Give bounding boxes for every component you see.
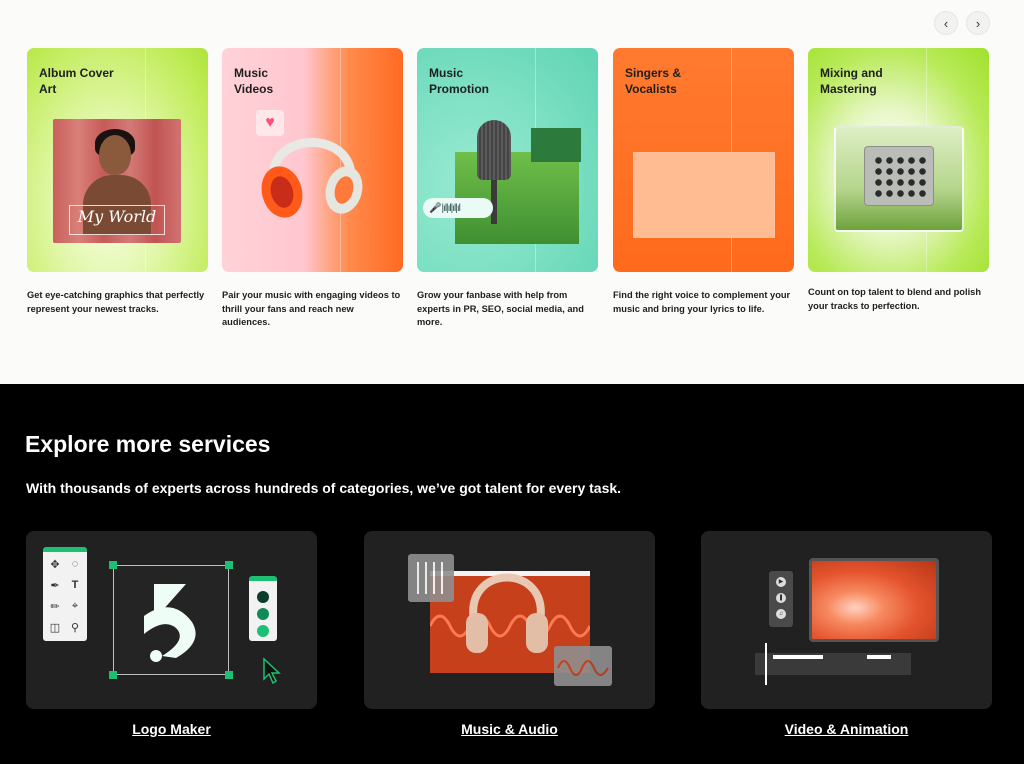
video-timeline: [755, 653, 911, 675]
card-title: Singers & Vocalists: [625, 65, 735, 97]
playback-controls: ▶ ❚ ♫: [769, 571, 793, 627]
portrait-face: [99, 135, 131, 175]
tool-palette: ✥ ◌ ✒ T ✏ ⌖ ◫ ⚲: [43, 547, 87, 641]
service-link-video-animation[interactable]: Video & Animation: [701, 721, 992, 737]
card-music-promotion[interactable]: Music Promotion 🎤 |ıl|ıl|ıl|ıl: [417, 48, 598, 272]
brush-icon: ✏: [50, 601, 60, 613]
timeline-clip: [867, 655, 891, 659]
color-swatch: [257, 591, 269, 603]
microphone-icon: [477, 120, 511, 180]
card-description: Grow your fanbase with help from experts…: [417, 290, 584, 327]
chevron-left-icon: ‹: [943, 15, 949, 31]
timeline-clip: [773, 655, 823, 659]
service-card-logo-maker[interactable]: ✥ ◌ ✒ T ✏ ⌖ ◫ ⚲: [26, 531, 317, 709]
bar-graph-icon: [531, 128, 581, 162]
card-description: Count on top talent to blend and polish …: [808, 287, 982, 311]
color-swatch: [257, 608, 269, 620]
logo-canvas: [113, 565, 229, 675]
card-title-line: Mastering: [820, 82, 877, 96]
card-title-line: Mixing and: [820, 66, 883, 80]
chevron-right-icon: ›: [975, 15, 981, 31]
card-title-line: Singers &: [625, 66, 682, 80]
explore-services-section: Explore more services With thousands of …: [0, 384, 1024, 764]
card-description: Find the right voice to complement your …: [613, 290, 791, 314]
vocal-timeline: [633, 152, 775, 238]
card-album-cover-art[interactable]: Album Cover Art My World: [27, 48, 208, 272]
eyedropper-icon: ✒: [50, 580, 60, 592]
video-preview-screen: [809, 558, 939, 642]
color-swatch: [257, 625, 269, 637]
pause-icon: ❚: [776, 593, 786, 603]
album-script-title: My World: [77, 207, 157, 226]
s-logo-icon: [144, 584, 196, 662]
carousel-next-button[interactable]: ›: [966, 11, 990, 35]
carousel-prev-button[interactable]: ‹: [934, 11, 958, 35]
card-title-line: Album Cover: [39, 66, 114, 80]
resize-handle: [225, 671, 233, 679]
audio-wave-icon: 🎤 |ıl|ıl|ıl|ıl: [423, 198, 493, 218]
resize-handle: [109, 561, 117, 569]
crop-icon: ⌖: [71, 600, 79, 612]
card-description: Pair your music with engaging videos to …: [222, 290, 401, 327]
microphone-stand: [491, 180, 497, 224]
color-palette: [249, 576, 277, 641]
card-title-line: Music: [234, 66, 269, 80]
section-subheading: With thousands of experts across hundred…: [26, 480, 622, 496]
play-icon: ▶: [776, 577, 786, 587]
music-services-carousel: ‹ › Album Cover Art My World Get eye-cat…: [0, 0, 1024, 384]
headphones-icon: [466, 573, 548, 653]
cursor-arrow-icon: [262, 657, 282, 691]
heart-icon: ♥: [256, 110, 284, 136]
album-cover-image: My World: [53, 119, 181, 243]
card-mixing-mastering[interactable]: Mixing and Mastering: [808, 48, 989, 272]
card-title-line: Art: [39, 82, 57, 96]
card-title-line: Music: [429, 66, 464, 80]
text-tool-icon: T: [71, 579, 79, 591]
move-icon: ✥: [50, 559, 60, 571]
volume-icon: ♫: [776, 609, 786, 619]
lasso-icon: ◌: [71, 558, 79, 570]
section-heading: Explore more services: [25, 431, 271, 457]
card-title: Album Cover Art: [39, 65, 149, 97]
resize-handle: [109, 671, 117, 679]
card-title: Music Promotion: [429, 65, 539, 97]
card-singers-vocalists[interactable]: Singers & Vocalists: [613, 48, 794, 272]
mixer-image: [834, 126, 964, 232]
paint-bucket-icon: ◫: [49, 622, 61, 634]
card-title: Mixing and Mastering: [820, 65, 930, 97]
card-music-videos[interactable]: Music Videos ♥: [222, 48, 403, 272]
card-description: Get eye-catching graphics that perfectly…: [27, 290, 205, 314]
resize-handle: [225, 561, 233, 569]
mixer-console-icon: [864, 146, 934, 206]
service-card-music-audio[interactable]: [364, 531, 655, 709]
card-title-line: Promotion: [429, 82, 489, 96]
zoom-icon: ⚲: [70, 622, 80, 634]
playhead-marker: [765, 643, 767, 685]
sound-wave-icon: [554, 646, 612, 686]
mixer-knobs: [873, 155, 927, 199]
card-title-line: Videos: [234, 82, 274, 96]
card-title-line: Vocalists: [625, 82, 677, 96]
service-link-music-audio[interactable]: Music & Audio: [364, 721, 655, 737]
service-card-video-animation[interactable]: ▶ ❚ ♫: [701, 531, 992, 709]
service-link-logo-maker[interactable]: Logo Maker: [26, 721, 317, 737]
card-title: Music Videos: [234, 65, 344, 97]
equalizer-icon: [408, 554, 454, 602]
